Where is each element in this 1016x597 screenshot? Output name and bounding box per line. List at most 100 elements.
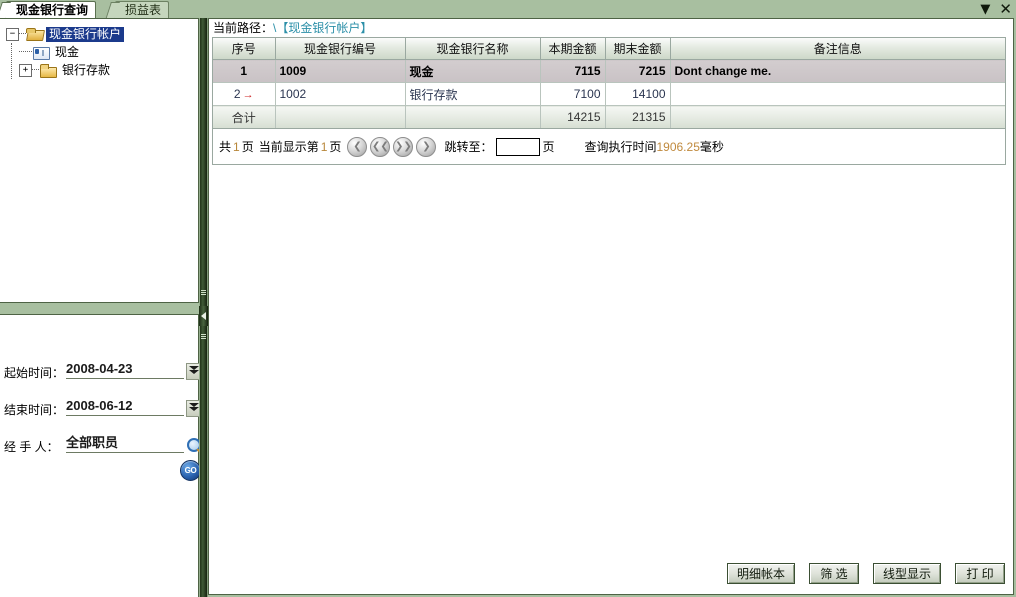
tab-cash-bank-query[interactable]: 现金银行查询 (6, 1, 97, 18)
tree-node-label: 银行存款 (62, 62, 111, 77)
breadcrumb-label: 当前路径： (213, 20, 274, 35)
tree-toggle-icon[interactable]: + (19, 63, 32, 77)
chevron-left-icon (201, 312, 206, 320)
splitter-grip-top (201, 290, 206, 291)
cell-ending-amount: 14100 (605, 82, 671, 106)
chevron-double-down-icon (189, 365, 199, 374)
vertical-splitter[interactable] (199, 18, 208, 597)
tree-toggle-icon[interactable]: − (6, 27, 19, 41)
tree-vertical-line (11, 43, 12, 79)
tree-node-label: 现金 (55, 44, 80, 59)
column-header-remark[interactable]: 备注信息 (670, 38, 1005, 60)
cell-ending-amount: 7215 (605, 59, 671, 83)
prev-page-button[interactable]: ❮ (347, 136, 368, 157)
filter-button[interactable]: 筛 选 (808, 563, 859, 584)
field-label: 起始时间： (4, 366, 65, 380)
tree-node-label: 现金银行帐户 (46, 26, 125, 42)
cell-name: 银行存款 (405, 82, 541, 106)
column-header-current-amount[interactable]: 本期金额 (540, 38, 606, 60)
tab-profit-loss[interactable]: 损益表 (115, 1, 170, 18)
last-page-button[interactable]: ❯❯ (393, 136, 414, 157)
main-content-panel: 当前路径： \【现金银行帐户】 序号 现金银行编号 现金银行名称 本期金额 期末… (208, 18, 1014, 595)
tab-label: 现金银行查询 (16, 3, 89, 17)
results-grid: 序号 现金银行编号 现金银行名称 本期金额 期末金额 备注信息 1 1009 现… (212, 37, 1006, 130)
cell-total-name (405, 105, 541, 129)
card-icon (32, 45, 50, 60)
handler-input[interactable]: 全部职员 (66, 435, 184, 453)
folder-open-icon (26, 27, 44, 42)
chevron-double-down-icon (189, 402, 199, 411)
cell-current-amount: 7115 (540, 59, 606, 83)
table-row[interactable]: 2 → 1002 银行存款 7100 14100 (213, 82, 1005, 106)
query-time-unit: 毫秒 (699, 140, 724, 154)
table-header-row: 序号 现金银行编号 现金银行名称 本期金额 期末金额 备注信息 (213, 38, 1005, 60)
tree-node-root[interactable]: − 现金银行帐户 (6, 25, 198, 43)
cell-seq: 1 (213, 59, 276, 83)
splitter-grip-bottom (201, 334, 206, 335)
cell-seq: 2 → (213, 82, 276, 106)
cell-total-ending: 21315 (605, 105, 671, 129)
account-tree-panel: − 现金银行帐户 现金 + 银行存款 (0, 18, 199, 303)
field-control: 2008-06-12 (66, 398, 202, 418)
pager-current-unit: 页 (329, 140, 342, 154)
go-button[interactable]: GO (180, 460, 201, 481)
row-marker-icon: → (242, 89, 254, 101)
pager-prefix: 共 (219, 140, 232, 154)
cell-seq-value: 2 (233, 87, 241, 101)
next-page-button[interactable]: ❯ (416, 136, 437, 157)
query-time-label: 查询执行时间 (584, 140, 657, 154)
action-button-bar: 明细帐本 筛 选 线型显示 打 印 (726, 563, 1005, 584)
cell-code: 1009 (275, 59, 406, 83)
cell-remark: Dont change me. (670, 59, 1005, 83)
tree-connector (32, 69, 39, 71)
column-header-code[interactable]: 现金银行编号 (275, 38, 406, 60)
breadcrumb-path: \【现金银行帐户】 (273, 20, 373, 35)
jump-unit: 页 (542, 140, 555, 154)
pagination-nav: ❮ ❮❮ ❯❯ ❯ (347, 136, 437, 157)
tree-connector (19, 33, 26, 35)
field-label: 结束时间： (4, 403, 65, 417)
cell-total-code (275, 105, 406, 129)
cell-remark (670, 82, 1005, 106)
pager-current-page: 1 (320, 139, 328, 154)
start-date-input[interactable]: 2008-04-23 (66, 361, 184, 379)
pager-pages-unit: 页 (241, 140, 254, 154)
tree-node-bank-deposit[interactable]: + 银行存款 (19, 61, 198, 79)
cell-code: 1002 (275, 82, 406, 106)
field-label: 经 手 人： (4, 440, 59, 454)
jump-page-input[interactable] (496, 137, 541, 156)
window-controls: ▼ ✕ (980, 1, 1012, 17)
collapse-left-pane-button[interactable] (199, 306, 208, 326)
chevron-down-icon[interactable]: ▼ (980, 3, 990, 16)
print-button[interactable]: 打 印 (955, 563, 1005, 584)
left-pane: − 现金银行帐户 现金 + 银行存款 起始时间： 2008-04-23 结束时间… (0, 18, 202, 597)
breadcrumb: 当前路径： \【现金银行帐户】 (209, 19, 1013, 36)
pager-current-label: 当前显示第 (258, 140, 319, 154)
tab-label: 损益表 (125, 3, 162, 17)
chart-display-button[interactable]: 线型显示 (872, 563, 941, 584)
application-window: 现金银行查询 损益表 ▼ ✕ − 现金银行帐户 现金 + 银行存款 起始时间： … (0, 0, 1016, 597)
table-row[interactable]: 1 1009 现金 7115 7215 Dont change me. (213, 59, 1005, 83)
folder-icon (39, 63, 57, 78)
results-table: 序号 现金银行编号 现金银行名称 本期金额 期末金额 备注信息 1 1009 现… (213, 38, 1005, 129)
cell-total-label: 合计 (213, 105, 276, 129)
pager-total-pages: 1 (233, 139, 240, 154)
tree-connector (19, 51, 32, 53)
pane-gap (0, 303, 199, 314)
query-time-value: 1906.25 (656, 140, 700, 154)
query-time: 查询执行时间1906.25毫秒 (584, 138, 723, 155)
close-icon[interactable]: ✕ (999, 1, 1012, 16)
query-form-panel: 起始时间： 2008-04-23 结束时间： 2008-06-12 经 手 人：… (0, 314, 202, 597)
tree-children: 现金 + 银行存款 (6, 43, 198, 79)
pagination-bar: 共 1 页 当前显示第 1 页 ❮ ❮❮ ❯❯ ❯ 跳转至： 页 查询执行时间1… (212, 129, 1006, 165)
tree-node-cash[interactable]: 现金 (19, 43, 198, 61)
field-control: 2008-04-23 (66, 361, 202, 381)
column-header-name[interactable]: 现金银行名称 (405, 38, 541, 60)
detail-ledger-button[interactable]: 明细帐本 (726, 563, 795, 584)
end-date-input[interactable]: 2008-06-12 (66, 398, 184, 416)
query-form: 起始时间： 2008-04-23 结束时间： 2008-06-12 经 手 人：… (0, 315, 202, 481)
column-header-seq[interactable]: 序号 (213, 38, 276, 60)
column-header-ending-amount[interactable]: 期末金额 (605, 38, 671, 60)
account-tree: − 现金银行帐户 现金 + 银行存款 (0, 19, 198, 79)
first-page-button[interactable]: ❮❮ (370, 136, 391, 157)
